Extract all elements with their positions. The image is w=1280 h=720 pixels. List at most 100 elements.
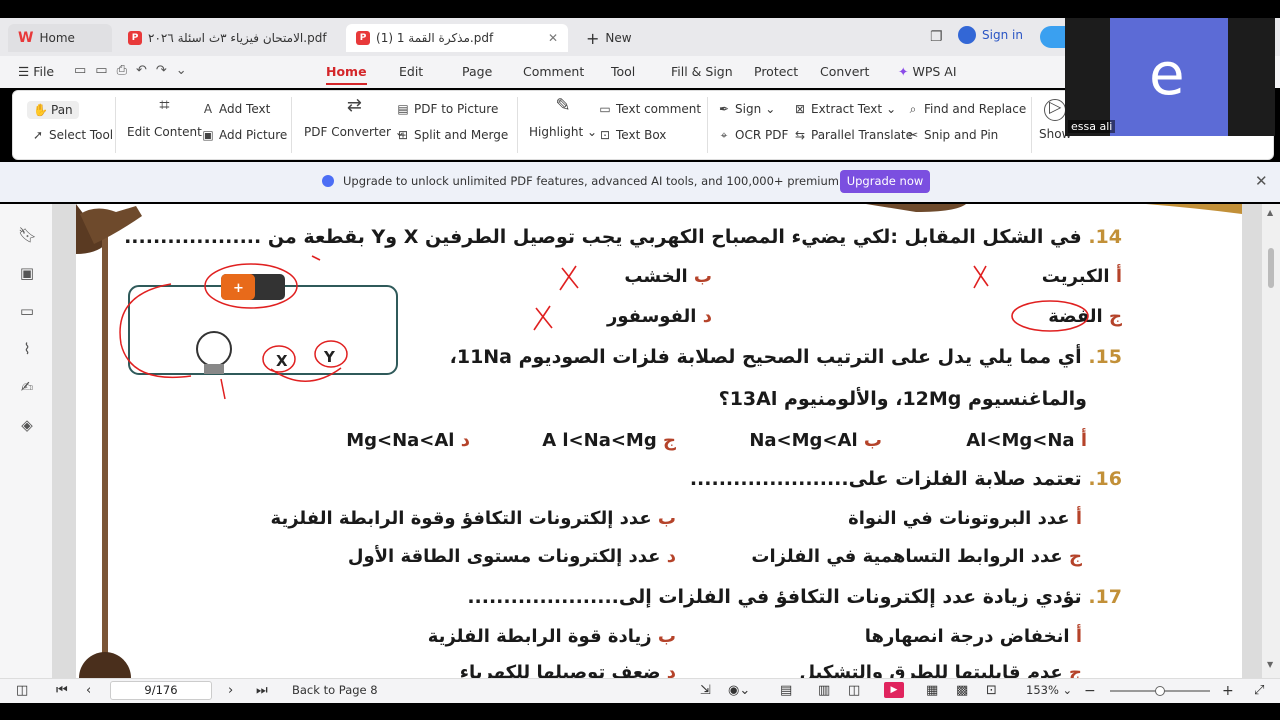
menu-file[interactable]: ☰ File: [18, 64, 54, 79]
label: Highlight: [529, 125, 584, 139]
attachment-icon[interactable]: ⌇: [18, 340, 36, 358]
layers-icon[interactable]: ◈: [18, 416, 36, 434]
menu-convert[interactable]: Convert: [820, 64, 869, 79]
sidebar-toggle-icon[interactable]: ◫: [16, 683, 28, 698]
reading-icon[interactable]: ▩: [956, 683, 968, 698]
play-icon[interactable]: ▶: [884, 682, 904, 698]
find-replace-button[interactable]: ⌕ Find and Replace: [906, 102, 1027, 116]
zoom-level[interactable]: 153% ⌄: [1026, 683, 1072, 697]
q17-option-c: ج عدم قابليتها للطرق والتشكيل: [799, 662, 1082, 678]
last-page-icon[interactable]: ⏭: [256, 683, 268, 698]
upgrade-now-button[interactable]: Upgrade now: [840, 170, 930, 193]
option-letter: ب: [657, 626, 676, 647]
option-letter: ج: [663, 430, 676, 451]
menu-wps-ai[interactable]: ✦ WPS AI: [898, 64, 957, 79]
tab-label: Home: [39, 31, 75, 45]
pdf-converter-button[interactable]: ⇄ PDF Converter ⌄: [304, 97, 405, 140]
hand-icon: ✋: [33, 103, 48, 117]
q15-option-c: ج A l<Na<Mg: [542, 430, 676, 451]
close-icon[interactable]: ✕: [548, 31, 558, 45]
pdf-picture-icon: ▤: [397, 102, 409, 116]
next-page-icon[interactable]: ›: [228, 683, 233, 698]
q16-option-c: ج عدد الروابط التساهمية في الفلزات: [751, 546, 1082, 567]
scroll-thumb[interactable]: [1268, 248, 1274, 288]
upgrade-pill[interactable]: [1040, 26, 1066, 48]
hamburger-icon: ☰: [18, 64, 30, 79]
zoom-in-icon[interactable]: +: [1222, 683, 1234, 699]
tab-label: مذكرة القمة 1 (1).pdf: [376, 31, 494, 45]
option-text: عدد الروابط التساهمية في الفلزات: [751, 546, 1063, 567]
sign-in-button[interactable]: Sign in: [958, 26, 1023, 44]
tab-exam-pdf[interactable]: P الامتحان فيزياء ٣ث اسئلة ٢٠٢٦.pdf: [118, 24, 340, 52]
fullscreen-icon[interactable]: ⤢: [1254, 683, 1264, 698]
divider: [517, 97, 518, 153]
pdf-icon: P: [356, 31, 370, 45]
translate-icon: ⇆: [794, 128, 806, 142]
divider: [291, 97, 292, 153]
text-comment-button[interactable]: ▭ Text comment: [598, 102, 701, 116]
vertical-scrollbar[interactable]: ▲ ▼: [1262, 204, 1280, 678]
menu-home[interactable]: Home: [326, 64, 367, 85]
zoom-slider-thumb[interactable]: [1155, 686, 1165, 696]
close-icon[interactable]: ✕: [1255, 172, 1268, 190]
select-tool-button[interactable]: ➚ Select Tool: [31, 128, 113, 142]
banner-text: Upgrade to unlock unlimited PDF features…: [343, 174, 905, 188]
grid-icon[interactable]: ▦: [926, 683, 938, 698]
webcam-overlay: e essa ali: [1065, 18, 1275, 136]
quick-access-icons[interactable]: ▭▭⎙↶↷⌄: [74, 63, 196, 78]
signature-icon[interactable]: ✍: [18, 378, 36, 396]
continuous-icon[interactable]: ▥: [818, 683, 830, 698]
menu-page[interactable]: Page: [462, 64, 492, 79]
scroll-up-icon[interactable]: ▲: [1267, 208, 1273, 217]
pen-icon: ✒: [718, 102, 730, 116]
fit-icon[interactable]: ⇲: [700, 683, 711, 698]
window-restore-icon[interactable]: ❐: [930, 29, 943, 45]
scroll-down-icon[interactable]: ▼: [1267, 660, 1273, 669]
tab-new[interactable]: + New: [576, 24, 656, 52]
bookmark-icon[interactable]: 🔖︎: [18, 226, 37, 244]
menu-protect[interactable]: Protect: [754, 64, 798, 79]
page-number-input[interactable]: 9/176: [110, 681, 212, 700]
fit-width-icon[interactable]: ⊡: [986, 683, 997, 698]
label: PDF to Picture: [414, 102, 499, 116]
add-picture-button[interactable]: ▣ Add Picture: [201, 128, 287, 142]
label: Extract Text: [811, 102, 883, 116]
tab-qemma-pdf[interactable]: P مذكرة القمة 1 (1).pdf ✕: [346, 24, 568, 52]
option-letter: د: [666, 546, 676, 567]
document-viewer[interactable]: + X Y 14. في الشكل المقابل :لكي يضيء الم…: [52, 204, 1262, 678]
menu-tool[interactable]: Tool: [611, 64, 635, 79]
menu-fill-sign[interactable]: Fill & Sign: [671, 64, 733, 79]
menu-comment[interactable]: Comment: [523, 64, 584, 79]
edit-content-button[interactable]: ⌗ Edit Content: [127, 97, 202, 140]
pdf-icon: P: [128, 31, 142, 45]
text-box-button[interactable]: ⊡ Text Box: [598, 128, 666, 142]
sign-button[interactable]: ✒ Sign ⌄: [717, 102, 775, 116]
snip-pin-button[interactable]: ✂ Snip and Pin: [906, 128, 998, 142]
back-to-page-link[interactable]: Back to Page 8: [292, 683, 378, 697]
parallel-translate-button[interactable]: ⇆ Parallel Translate: [793, 128, 913, 142]
eye-icon[interactable]: ◉⌄: [728, 683, 750, 698]
pdf-to-picture-button[interactable]: ▤ PDF to Picture: [396, 102, 498, 116]
option-text: Na<Mg<Al: [749, 430, 858, 451]
menu-edit[interactable]: Edit: [399, 64, 423, 79]
extract-text-button[interactable]: ⊠ Extract Text ⌄: [793, 102, 896, 116]
ocr-pdf-button[interactable]: ⌖ OCR PDF: [717, 128, 789, 142]
split-merge-button[interactable]: ⊞ Split and Merge: [396, 128, 508, 142]
thumbnail-icon[interactable]: ▣: [18, 264, 36, 282]
comment-icon[interactable]: ▭: [18, 302, 36, 320]
pan-button[interactable]: ✋ Pan: [27, 101, 79, 119]
zoom-out-icon[interactable]: −: [1084, 683, 1096, 699]
pdf-page: + X Y 14. في الشكل المقابل :لكي يضيء الم…: [76, 204, 1242, 678]
tab-home[interactable]: W Home: [8, 24, 112, 52]
highlight-button[interactable]: ✎ Highlight ⌄: [529, 97, 597, 140]
zoom-value: 153%: [1026, 683, 1059, 697]
option-letter: ب: [863, 430, 882, 451]
prev-page-icon[interactable]: ‹: [86, 683, 91, 698]
add-text-button[interactable]: A Add Text: [201, 102, 270, 116]
option-letter: د: [460, 430, 470, 451]
participant-name: essa ali: [1068, 120, 1116, 133]
user-icon: [958, 26, 976, 44]
single-page-icon[interactable]: ▤: [780, 683, 792, 698]
two-page-icon[interactable]: ◫: [848, 683, 860, 698]
first-page-icon[interactable]: ⏮: [56, 683, 68, 698]
